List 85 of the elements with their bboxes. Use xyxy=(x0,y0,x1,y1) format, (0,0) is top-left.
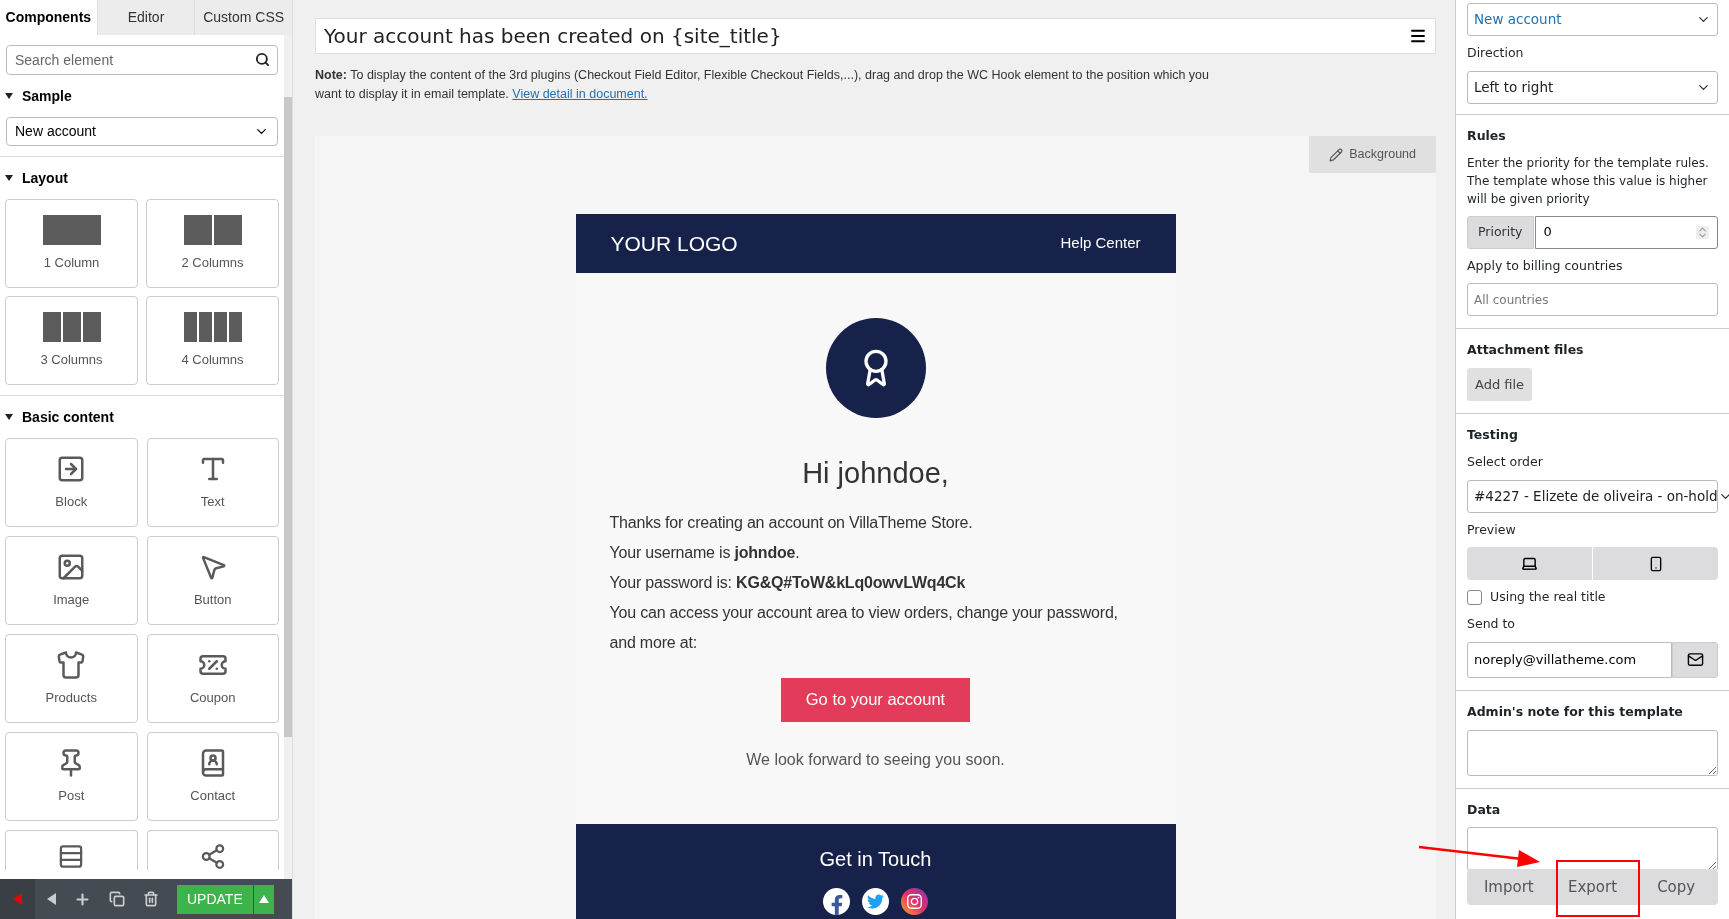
scrollbar-thumb[interactable] xyxy=(284,97,292,737)
columns-icon xyxy=(42,311,101,342)
template-title-field[interactable]: Your account has been created on {site_title} xyxy=(315,18,1436,54)
section-heading: Rules xyxy=(1467,126,1507,145)
component-tile[interactable]: 1 Column xyxy=(5,199,138,288)
facebook-icon[interactable] xyxy=(823,887,850,915)
columns-icon xyxy=(42,214,101,245)
component-tile[interactable] xyxy=(146,830,279,870)
component-tile[interactable]: 4 Columns xyxy=(146,296,279,385)
field-label: Send to xyxy=(1467,615,1516,633)
component-tile[interactable]: Button xyxy=(146,536,279,625)
laptop-icon xyxy=(1521,555,1538,573)
search-field[interactable]: Search element xyxy=(6,45,278,75)
component-tile[interactable] xyxy=(5,830,138,870)
caret-up-icon xyxy=(258,895,269,903)
section-heading: Data xyxy=(1467,800,1502,819)
priority-field[interactable]: 0 xyxy=(1534,215,1718,249)
instagram-icon[interactable] xyxy=(901,887,928,915)
send-to-field[interactable]: noreply@villatheme.com xyxy=(1467,641,1672,678)
real-title-checkbox[interactable] xyxy=(1467,590,1482,606)
message-line: Your password is: KG&Q#ToW&kLq0owvLWq4Ck xyxy=(609,572,967,593)
field-label: Apply to billing countries xyxy=(1467,256,1624,275)
collapse-caret-icon[interactable] xyxy=(4,412,14,422)
data-field[interactable] xyxy=(1467,827,1718,872)
logo-text: YOUR LOGO xyxy=(610,230,738,257)
priority-label: Priority xyxy=(1467,215,1534,249)
panel-tab[interactable]: Editor xyxy=(96,0,195,35)
field-label: Preview xyxy=(1467,520,1517,539)
section-heading: Basic content xyxy=(22,407,114,427)
template-select[interactable]: New account xyxy=(1467,3,1718,36)
panel-tab[interactable]: Custom CSS xyxy=(194,0,292,35)
section-heading: Attachment files xyxy=(1467,341,1585,360)
greeting-heading: Hi johndoe, xyxy=(802,456,949,491)
note-text: Note: To display the content of the 3rd plugins (Checkout Field Editor, Flexible Checkout Fields,...), drag and drop the WC Hook element to the position which you want to display it in email template. View detail in document. xyxy=(315,67,1210,103)
add-icon[interactable] xyxy=(74,890,91,908)
countries-field[interactable]: All countries xyxy=(1467,283,1718,317)
menu-icon[interactable] xyxy=(1409,27,1427,45)
undo-arrow-icon[interactable] xyxy=(47,893,56,905)
pencil-icon xyxy=(1329,147,1344,162)
collapse-caret-icon[interactable] xyxy=(4,173,14,183)
document-link[interactable]: View detail in document. xyxy=(512,87,648,101)
component-tile[interactable]: Post xyxy=(5,732,138,821)
direction-select[interactable]: Left to right xyxy=(1467,70,1718,104)
send-email-button[interactable] xyxy=(1672,641,1718,678)
section-heading: Layout xyxy=(22,168,68,188)
footer-title: Get in Touch xyxy=(819,846,932,872)
component-tile[interactable]: Contact xyxy=(146,732,279,821)
desktop-preview-button[interactable] xyxy=(1467,547,1592,581)
component-tile[interactable]: 2 Columns xyxy=(146,199,279,288)
message-line: Thanks for creating an account on VillaTheme Store. xyxy=(609,512,974,533)
collapse-caret-icon[interactable] xyxy=(4,91,14,101)
columns-icon xyxy=(183,214,242,245)
checkbox-label: Using the real title xyxy=(1490,588,1606,607)
help-center-link[interactable]: Help Center xyxy=(1060,232,1141,255)
account-cta-button[interactable]: Go to your account xyxy=(780,677,971,722)
columns-icon xyxy=(183,311,242,342)
shirt-icon xyxy=(56,649,87,680)
update-options-button[interactable] xyxy=(253,884,274,914)
component-tile[interactable]: 3 Columns xyxy=(5,296,138,385)
message-line: Your username is johndoe. xyxy=(609,542,801,563)
component-tile[interactable]: Products xyxy=(5,634,138,723)
field-label: Select order xyxy=(1467,452,1544,471)
add-file-button[interactable]: Add file xyxy=(1467,368,1533,401)
data-action-button[interactable]: Import xyxy=(1467,869,1551,906)
closing-text: We look forward to seeing you soon. xyxy=(746,749,1005,770)
background-button[interactable]: Background xyxy=(1309,136,1436,173)
section-heading: Testing xyxy=(1467,426,1519,444)
field-label: Direction xyxy=(1467,44,1525,62)
sample-select[interactable]: New account xyxy=(6,117,278,146)
section-heading: Sample xyxy=(22,86,72,106)
data-action-button[interactable]: Export xyxy=(1550,869,1635,906)
component-tile[interactable]: Coupon xyxy=(146,634,279,723)
trash-icon[interactable] xyxy=(143,891,159,907)
twitter-icon[interactable] xyxy=(862,887,889,915)
component-tile[interactable]: Text xyxy=(146,438,279,527)
component-tile[interactable]: Block xyxy=(5,438,138,527)
search-icon[interactable] xyxy=(255,52,270,67)
admin-note-field[interactable] xyxy=(1467,729,1718,776)
component-tile[interactable]: Image xyxy=(5,536,138,625)
rules-description: Enter the priority for the template rules. The template whose this value is higher will be given priority xyxy=(1467,154,1710,208)
mail-icon xyxy=(1686,651,1704,669)
duplicate-icon[interactable] xyxy=(109,891,125,907)
section-heading: Admin's note for this template xyxy=(1467,702,1684,721)
message-line: You can access your account area to view orders, change your password, and more at: xyxy=(609,602,1119,653)
data-action-button[interactable]: Copy xyxy=(1634,869,1718,906)
